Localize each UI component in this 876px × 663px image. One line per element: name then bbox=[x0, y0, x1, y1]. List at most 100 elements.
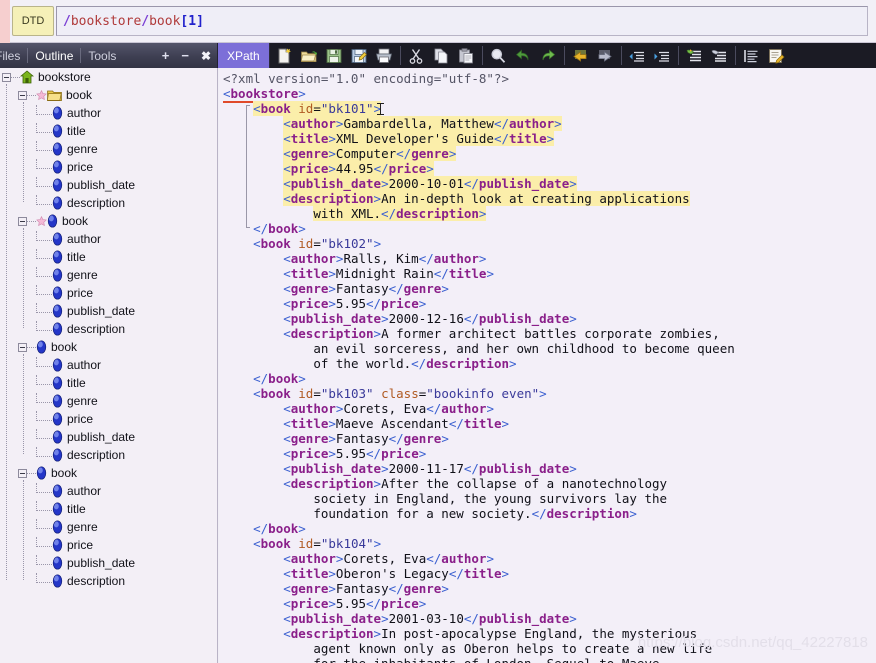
copy-icon[interactable] bbox=[429, 43, 454, 68]
tree-node-book-1[interactable]: book bbox=[0, 86, 217, 104]
editor-line[interactable]: <genre>Fantasy</genre> bbox=[223, 431, 876, 446]
tree-node-price[interactable]: price bbox=[0, 536, 217, 554]
editor-line[interactable]: </book> bbox=[223, 221, 876, 236]
editor-line[interactable]: </book> bbox=[223, 371, 876, 386]
tree-node-title[interactable]: title bbox=[0, 500, 217, 518]
editor-line[interactable]: <publish_date>2000-10-01</publish_date> bbox=[223, 176, 876, 191]
cut-icon[interactable] bbox=[404, 43, 429, 68]
tree-node-author[interactable]: author bbox=[0, 230, 217, 248]
tree-node-book-2[interactable]: book bbox=[0, 212, 217, 230]
editor-line[interactable]: <genre>Computer</genre> bbox=[223, 146, 876, 161]
editor-line[interactable]: <author>Corets, Eva</author> bbox=[223, 401, 876, 416]
editor-line[interactable]: with XML.</description> bbox=[223, 206, 876, 221]
tree-node-publish_date[interactable]: publish_date bbox=[0, 554, 217, 572]
tree-expander[interactable] bbox=[18, 216, 27, 226]
xpath-input[interactable]: / bookstore / book [1] bbox=[56, 6, 868, 36]
open-folder-icon[interactable] bbox=[297, 43, 322, 68]
editor-line[interactable]: <title>Maeve Ascendant</title> bbox=[223, 416, 876, 431]
save-as-icon[interactable] bbox=[347, 43, 372, 68]
editor-line[interactable]: <price>5.95</price> bbox=[223, 596, 876, 611]
editor-line[interactable]: <price>5.95</price> bbox=[223, 446, 876, 461]
pretty-print-icon[interactable] bbox=[739, 43, 764, 68]
tab-outline[interactable]: Outline bbox=[28, 49, 80, 63]
paste-icon[interactable] bbox=[454, 43, 479, 68]
tree-node-publish_date[interactable]: publish_date bbox=[0, 428, 217, 446]
tree-node-description[interactable]: description bbox=[0, 446, 217, 464]
tree-node-title[interactable]: title bbox=[0, 248, 217, 266]
editor-line[interactable]: <price>5.95</price> bbox=[223, 296, 876, 311]
tree-node-price[interactable]: price bbox=[0, 158, 217, 176]
editor-line[interactable]: <publish_date>2000-12-16</publish_date> bbox=[223, 311, 876, 326]
editor-line[interactable]: of the world.</description> bbox=[223, 356, 876, 371]
xml-source-editor[interactable]: <?xml version="1.0" encoding="utf-8"?> <b… bbox=[219, 68, 876, 663]
editor-line[interactable]: foundation for a new society.</descripti… bbox=[223, 506, 876, 521]
editor-line[interactable]: <genre>Fantasy</genre> bbox=[223, 581, 876, 596]
tree-node-description[interactable]: description bbox=[0, 572, 217, 590]
editor-line[interactable]: <author>Corets, Eva</author> bbox=[223, 551, 876, 566]
tree-node-genre[interactable]: genre bbox=[0, 140, 217, 158]
indent-left-icon[interactable] bbox=[625, 43, 650, 68]
tree-node-author[interactable]: author bbox=[0, 356, 217, 374]
tree-expander[interactable] bbox=[18, 90, 27, 100]
editor-line[interactable]: <book id="bk103" class="bookinfo even"> bbox=[223, 386, 876, 401]
tree-node-genre[interactable]: genre bbox=[0, 392, 217, 410]
dtd-button[interactable]: DTD bbox=[12, 6, 54, 36]
print-icon[interactable] bbox=[372, 43, 397, 68]
close-button[interactable]: ✖ bbox=[195, 49, 217, 63]
editor-line[interactable]: <author>Gambardella, Matthew</author> bbox=[223, 116, 876, 131]
tree-node-bookstore[interactable]: bookstore bbox=[0, 68, 217, 86]
add-button[interactable]: + bbox=[156, 48, 176, 63]
undo-icon[interactable] bbox=[511, 43, 536, 68]
indent-right-icon[interactable] bbox=[650, 43, 675, 68]
editor-line[interactable]: <title>Midnight Rain</title> bbox=[223, 266, 876, 281]
outline-tree-panel[interactable]: bookstore book author title genre price publis… bbox=[0, 68, 218, 663]
tree-node-book-3[interactable]: book bbox=[0, 338, 217, 356]
tree-node-description[interactable]: description bbox=[0, 194, 217, 212]
editor-line[interactable]: <description>An in-depth look at creatin… bbox=[223, 191, 876, 206]
tree-node-price[interactable]: price bbox=[0, 284, 217, 302]
tree-node-genre[interactable]: genre bbox=[0, 518, 217, 536]
tree-expander[interactable] bbox=[18, 342, 27, 352]
tab-files[interactable]: Files bbox=[0, 49, 27, 63]
redo-icon[interactable] bbox=[536, 43, 561, 68]
save-icon[interactable] bbox=[322, 43, 347, 68]
search-icon[interactable] bbox=[486, 43, 511, 68]
tab-tools[interactable]: Tools bbox=[81, 49, 123, 63]
editor-line[interactable]: <publish_date>2000-11-17</publish_date> bbox=[223, 461, 876, 476]
edit-document-icon[interactable] bbox=[764, 43, 789, 68]
editor-line[interactable]: <publish_date>2001-03-10</publish_date> bbox=[223, 611, 876, 626]
back-icon[interactable] bbox=[568, 43, 593, 68]
tree-node-publish_date[interactable]: publish_date bbox=[0, 176, 217, 194]
editor-line[interactable]: <author>Ralls, Kim</author> bbox=[223, 251, 876, 266]
new-file-icon[interactable] bbox=[272, 43, 297, 68]
editor-line[interactable]: <title>Oberon's Legacy</title> bbox=[223, 566, 876, 581]
insert-node-icon[interactable] bbox=[682, 43, 707, 68]
editor-line[interactable]: </book> bbox=[223, 521, 876, 536]
editor-line[interactable]: <title>XML Developer's Guide</title> bbox=[223, 131, 876, 146]
editor-line[interactable]: <description>A former architect battles … bbox=[223, 326, 876, 341]
editor-line[interactable]: <?xml version="1.0" encoding="utf-8"?> bbox=[223, 71, 876, 86]
tree-expander[interactable] bbox=[18, 468, 27, 478]
tree-node-title[interactable]: title bbox=[0, 374, 217, 392]
tree-node-genre[interactable]: genre bbox=[0, 266, 217, 284]
editor-line[interactable]: <book id="bk104"> bbox=[223, 536, 876, 551]
tree-node-author[interactable]: author bbox=[0, 104, 217, 122]
editor-line[interactable]: <bookstore> bbox=[223, 86, 876, 103]
editor-line[interactable]: society in England, the young survivors … bbox=[223, 491, 876, 506]
forward-icon[interactable] bbox=[593, 43, 618, 68]
tree-node-title[interactable]: title bbox=[0, 122, 217, 140]
tree-node-price[interactable]: price bbox=[0, 410, 217, 428]
editor-line[interactable]: for the inhabitants of London. Sequel to… bbox=[223, 656, 876, 663]
editor-line[interactable]: <book id="bk102"> bbox=[223, 236, 876, 251]
tree-node-book-4[interactable]: book bbox=[0, 464, 217, 482]
format-node-icon[interactable] bbox=[707, 43, 732, 68]
tree-node-author[interactable]: author bbox=[0, 482, 217, 500]
editor-line[interactable]: an evil sorceress, and her own childhood… bbox=[223, 341, 876, 356]
editor-line[interactable]: <book id="bk101"> bbox=[223, 101, 876, 116]
editor-line[interactable]: <price>44.95</price> bbox=[223, 161, 876, 176]
tree-node-description[interactable]: description bbox=[0, 320, 217, 338]
editor-line[interactable]: <description>After the collapse of a nan… bbox=[223, 476, 876, 491]
tree-node-publish_date[interactable]: publish_date bbox=[0, 302, 217, 320]
tree-expander[interactable] bbox=[2, 72, 11, 82]
editor-line[interactable]: <genre>Fantasy</genre> bbox=[223, 281, 876, 296]
